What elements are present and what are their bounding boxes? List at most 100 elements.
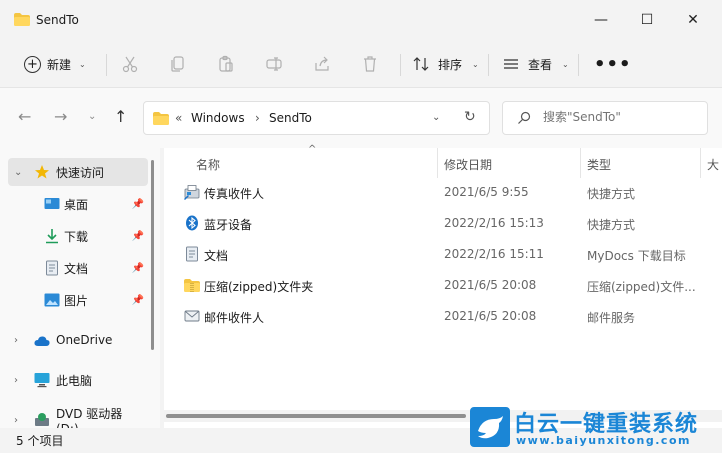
column-header-type[interactable]: 类型 xyxy=(587,152,611,176)
folder-icon xyxy=(153,112,169,125)
refresh-icon[interactable]: ↻ xyxy=(464,109,476,125)
address-bar[interactable]: « Windows › SendTo ⌄ ↻ xyxy=(143,101,490,135)
rename-icon xyxy=(266,57,282,71)
sidebar-item-dvd-drive[interactable]: › DVD 驱动器 (D:) xyxy=(8,406,148,429)
file-list: ^ 名称 修改日期 类型 大 传真收件人 2021/6/5 9:55 快捷方式 … xyxy=(164,144,722,428)
file-type: 快捷方式 xyxy=(587,187,636,201)
chevron-right-icon[interactable]: › xyxy=(14,415,18,426)
chevron-right-icon[interactable]: › xyxy=(14,375,18,386)
file-date: 2021/6/5 20:08 xyxy=(444,278,537,292)
chevron-down-icon: ⌄ xyxy=(472,59,479,69)
fax-icon xyxy=(184,185,200,200)
sort-ascending-icon: ^ xyxy=(308,144,317,155)
table-row[interactable]: 邮件收件人 2021/6/5 20:08 邮件服务 xyxy=(164,302,722,332)
close-icon: ✕ xyxy=(687,12,699,28)
search-box[interactable] xyxy=(502,101,708,135)
file-date: 2021/6/5 20:08 xyxy=(444,309,537,323)
back-arrow-icon[interactable]: ← xyxy=(18,107,31,126)
breadcrumb-windows[interactable]: Windows xyxy=(191,111,245,125)
share-button[interactable] xyxy=(312,54,332,74)
column-label: 大 xyxy=(707,157,720,172)
breadcrumb-sendto[interactable]: SendTo xyxy=(269,111,312,125)
table-row[interactable]: 文档 2022/2/16 15:11 MyDocs 下载目标 xyxy=(164,240,722,270)
watermark: 白云一键重装系统 www.baiyunxitong.com xyxy=(470,405,720,453)
watermark-url: www.baiyunxitong.com xyxy=(516,434,691,447)
table-row[interactable]: 传真收件人 2021/6/5 9:55 快捷方式 xyxy=(164,178,722,208)
share-icon xyxy=(315,56,329,71)
sidebar-item-quick-access[interactable]: ⌄ 快速访问 xyxy=(8,158,148,186)
address-overflow[interactable]: « xyxy=(175,111,182,125)
column-header-size[interactable]: 大 xyxy=(707,152,719,176)
star-icon xyxy=(35,165,49,179)
sidebar-item-label: DVD 驱动器 (D:) xyxy=(56,406,123,429)
up-arrow-icon[interactable]: ↑ xyxy=(114,107,127,126)
maximize-button[interactable]: ☐ xyxy=(624,0,670,40)
chevron-down-icon: ⌄ xyxy=(562,59,569,69)
cloud-icon xyxy=(34,336,50,346)
sidebar-item-pictures[interactable]: 图片 📌 xyxy=(8,286,148,314)
sort-button[interactable]: 排序 ⌄ xyxy=(412,50,479,78)
more-options-button[interactable]: ••• xyxy=(594,54,632,75)
table-row[interactable]: 压缩(zipped)文件夹 2021/6/5 20:08 压缩(zipped)文… xyxy=(164,271,722,301)
copy-button[interactable] xyxy=(168,54,188,74)
cut-button[interactable] xyxy=(120,54,140,74)
view-label: 查看 xyxy=(528,57,553,72)
breadcrumb-separator[interactable]: › xyxy=(255,111,260,125)
file-type: 邮件服务 xyxy=(587,311,636,325)
minimize-button[interactable]: — xyxy=(578,0,624,40)
item-count: 5 个项目 xyxy=(16,434,64,448)
zip-folder-icon xyxy=(184,279,200,292)
picture-icon xyxy=(44,293,60,307)
close-button[interactable]: ✕ xyxy=(670,0,716,40)
sidebar-item-label: OneDrive xyxy=(56,333,113,347)
toolbar-divider xyxy=(488,54,489,76)
title-bar[interactable]: SendTo — ☐ ✕ xyxy=(0,0,722,40)
address-history-chevron-icon[interactable]: ⌄ xyxy=(432,112,440,123)
pin-icon: 📌 xyxy=(131,294,144,306)
sidebar-item-this-pc[interactable]: › 此电脑 xyxy=(8,366,148,394)
sidebar-item-label: 图片 xyxy=(64,293,89,308)
rename-button[interactable] xyxy=(264,54,284,74)
horizontal-scrollbar-thumb[interactable] xyxy=(166,414,466,418)
file-name: 文档 xyxy=(204,249,229,263)
column-header-date[interactable]: 修改日期 xyxy=(444,152,492,176)
bird-logo-icon xyxy=(470,407,510,447)
sidebar-item-desktop[interactable]: 桌面 📌 xyxy=(8,190,148,218)
sidebar-item-documents[interactable]: 文档 📌 xyxy=(8,254,148,282)
sidebar-item-label: 文档 xyxy=(64,261,89,276)
dvd-icon xyxy=(35,413,49,426)
forward-arrow-icon[interactable]: → xyxy=(54,107,67,126)
column-header-name[interactable]: 名称 xyxy=(196,152,220,176)
recent-locations-icon[interactable]: ⌄ xyxy=(88,111,96,122)
sidebar-scrollbar[interactable] xyxy=(151,160,154,350)
toolbar-divider xyxy=(106,54,107,76)
column-divider[interactable] xyxy=(580,148,581,178)
column-divider[interactable] xyxy=(700,148,701,178)
toolbar-divider xyxy=(400,54,401,76)
view-icon xyxy=(504,59,518,69)
column-divider[interactable] xyxy=(437,148,438,178)
sidebar-item-onedrive[interactable]: › OneDrive xyxy=(8,326,148,354)
search-input[interactable] xyxy=(543,110,703,124)
file-name: 传真收件人 xyxy=(204,187,265,201)
view-button[interactable]: 查看 ⌄ xyxy=(502,50,569,78)
document-icon xyxy=(46,260,58,276)
table-row[interactable]: 蓝牙设备 2022/2/16 15:13 快捷方式 xyxy=(164,209,722,239)
chevron-down-icon[interactable]: ⌄ xyxy=(14,167,22,178)
search-icon xyxy=(518,111,531,124)
chevron-down-icon: ⌄ xyxy=(79,59,86,69)
pin-icon: 📌 xyxy=(131,198,144,210)
chevron-right-icon[interactable]: › xyxy=(14,335,18,346)
paste-button[interactable] xyxy=(216,54,236,74)
new-button[interactable]: + 新建 ⌄ xyxy=(18,50,92,78)
column-label: 修改日期 xyxy=(444,157,493,172)
sidebar-item-downloads[interactable]: 下载 📌 xyxy=(8,222,148,250)
column-label: 类型 xyxy=(587,157,612,172)
download-icon xyxy=(46,229,58,244)
file-name: 压缩(zipped)文件夹 xyxy=(204,280,314,294)
scissors-icon xyxy=(122,56,138,73)
plus-icon: + xyxy=(24,55,41,73)
delete-button[interactable] xyxy=(360,54,380,74)
file-name: 蓝牙设备 xyxy=(204,218,253,232)
new-label: 新建 xyxy=(47,57,72,72)
